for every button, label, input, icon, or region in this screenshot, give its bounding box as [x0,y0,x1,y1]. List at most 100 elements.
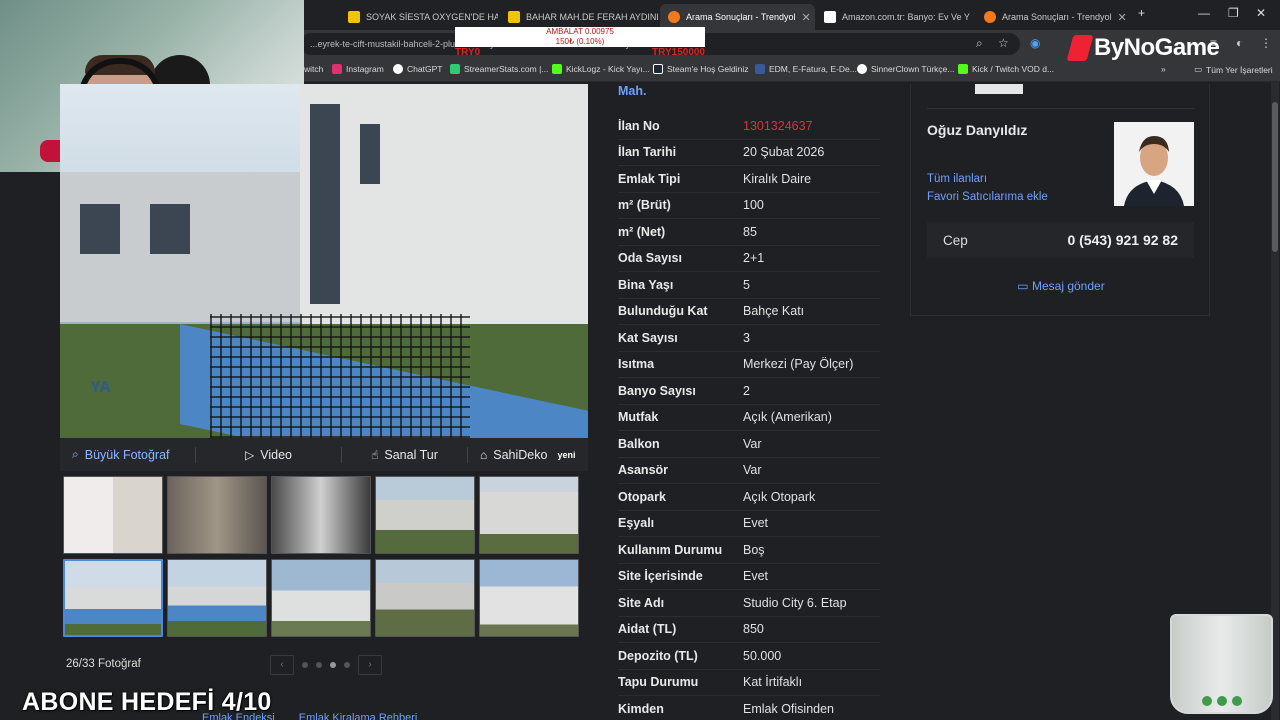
price-tag: TRY150000 [652,47,705,58]
detail-value: 100 [743,198,764,213]
detail-row: Balkon Var [618,431,880,458]
gallery-pager: ‹ › [270,655,382,675]
tab-label: Büyük Fotoğraf [84,447,170,462]
thumbnail[interactable] [167,476,267,554]
tab-title: Arama Sonuçları - Trendyol [686,12,796,22]
pager-dot[interactable] [316,662,322,668]
detail-key: Oda Sayısı [618,251,682,266]
detail-row: Depozito (TL) 50.000 [618,643,880,670]
bookmark-item[interactable]: witch [304,64,323,74]
bookmark-item[interactable]: EDM, E-Fatura, E-De... [755,64,857,74]
watermark-logo: YA [90,379,111,396]
browser-tab[interactable]: Amazon.com.tr: Banyo: Ev Ve Y ✕ [816,4,974,30]
more-icon[interactable]: ⋮ [1260,36,1272,50]
thumbnail[interactable] [375,559,475,637]
neighborhood-link[interactable]: Mah. [618,84,646,98]
detail-row: Mutfak Açık (Amerikan) [618,405,880,431]
extension-icon[interactable]: ◉ [1030,36,1040,50]
tab-title: Amazon.com.tr: Banyo: Ev Ve Y [842,12,970,22]
price-ticker: AMBALAT 0.00975 150₺ (0.10%) [455,27,705,47]
detail-key: Balkon [618,436,660,451]
pager-next-button[interactable]: › [358,655,382,675]
bookmark-item[interactable]: Instagram [332,64,384,74]
footer-links: Emlak Endeksi Emlak Kiralama Rehberi [202,712,417,720]
detail-value: Açık Otopark [743,489,816,504]
folder-icon: ▭ [1194,64,1203,74]
bookmark-item[interactable]: ChatGPT [393,64,442,74]
seller-avatar [1114,122,1194,206]
zoom-icon[interactable]: ⌕ [976,36,983,51]
bookmark-item[interactable]: Steam'e Hoş Geldiniz [653,64,748,74]
detail-key: Depozito (TL) [618,648,698,663]
price-tag: TRY0 [455,47,481,58]
bookmark-item[interactable]: StreamerStats.com |... [450,64,548,74]
browser-tab[interactable]: Arama Sonuçları - Trendyol ✕ [976,4,1134,30]
tab-favicon-icon [984,11,996,23]
footer-link[interactable]: Emlak Endeksi [202,712,275,720]
phone-number[interactable]: 0 (543) 921 92 82 [1067,232,1178,248]
tab-buyuk-fotograf[interactable]: ⌕ Büyük Fotoğraf [60,438,195,471]
pager-dot[interactable] [302,662,308,668]
detail-value: Merkezi (Pay Ölçer) [743,357,854,372]
detail-row: Kat Sayısı 3 [618,325,880,352]
scrollbar-thumb[interactable] [1272,102,1278,252]
pager-dot-active[interactable] [330,662,336,668]
detail-row: Asansör Var [618,458,880,484]
add-favorite-seller-link[interactable]: Favori Satıcılarıma ekle [927,191,1048,203]
thumbnail[interactable] [271,559,371,637]
detail-key: Asansör [618,463,669,478]
bookmarks-overflow-icon[interactable]: » [1161,64,1166,74]
detail-value: 20 Şubat 2026 [743,145,825,160]
new-badge: yeni [557,449,576,460]
thumbnail[interactable] [271,476,371,554]
all-listings-link[interactable]: Tüm ilanları [927,173,987,185]
detail-key: Site İçerisinde [618,569,703,584]
bookmark-item[interactable]: Kick / Twitch VOD d... [958,64,1054,74]
profile-icon[interactable]: ◐ [1236,36,1243,50]
detail-row: Eşyalı Evet [618,511,880,537]
thumbnail[interactable] [167,559,267,637]
footer-link[interactable]: Emlak Kiralama Rehberi [299,712,418,720]
close-window-icon[interactable]: ✕ [1256,6,1266,20]
thumbnail-selected[interactable] [63,559,163,637]
sinnerclown-icon [857,64,867,74]
detail-value: 5 [743,277,750,292]
detail-value: Var [743,436,762,451]
tab-sahideko[interactable]: ⌂ SahiDeko yeni [468,438,588,471]
detail-value: Evet [743,569,769,584]
detail-value: 850 [743,622,764,637]
detail-row: Bulunduğu Kat Bahçe Katı [618,299,880,325]
tab-title: SOYAK SİESTA OXYGEN'DE HAV [366,12,498,22]
send-message-button[interactable]: ▭ Mesaj gönder [911,279,1211,293]
detail-value: Kat İrtifaklı [743,675,803,690]
chat-icon: ▭ [1017,279,1029,293]
bookmark-item[interactable]: KickLogz - Kick Yayı... [552,64,650,74]
new-tab-icon[interactable]: + [1138,6,1145,20]
detail-key: Bulunduğu Kat [618,304,708,319]
minimize-icon[interactable]: — [1198,6,1210,20]
thumbnail[interactable] [63,476,163,554]
tab-close-icon[interactable]: ✕ [1118,11,1127,24]
main-photo[interactable]: YA [60,84,588,438]
tab-video[interactable]: ▷ Video [196,438,341,471]
tab-close-icon[interactable]: ✕ [802,11,811,24]
thumbnail[interactable] [479,559,579,637]
thumbnail[interactable] [375,476,475,554]
thumbnail[interactable] [479,476,579,554]
listing-details: İlan No 1301324637 İlan Tarihi 20 Şubat 202… [618,113,880,720]
restore-icon[interactable]: ❐ [1228,6,1239,20]
photo-window [360,124,380,184]
bookmark-label: KickLogz - Kick Yayı... [566,64,650,74]
price-line: 150₺ (0.10%) [555,37,605,46]
bookmark-item[interactable]: SinnerClown Türkçe... [857,64,954,74]
pager-prev-button[interactable]: ‹ [270,655,294,675]
streamerstats-icon [450,64,460,74]
detail-value: Emlak Ofisinden [743,701,835,716]
tab-sanal-tur[interactable]: ☝ Sanal Tur [342,438,467,471]
detail-value: 3 [743,330,750,345]
bynogame-logo: ByNoGame [1066,34,1220,62]
pager-dot[interactable] [344,662,350,668]
all-bookmarks[interactable]: ▭ Tüm Yer İşaretleri [1194,64,1273,75]
bookmark-star-icon[interactable]: ☆ [998,36,1009,50]
play-icon: ▷ [245,447,255,462]
